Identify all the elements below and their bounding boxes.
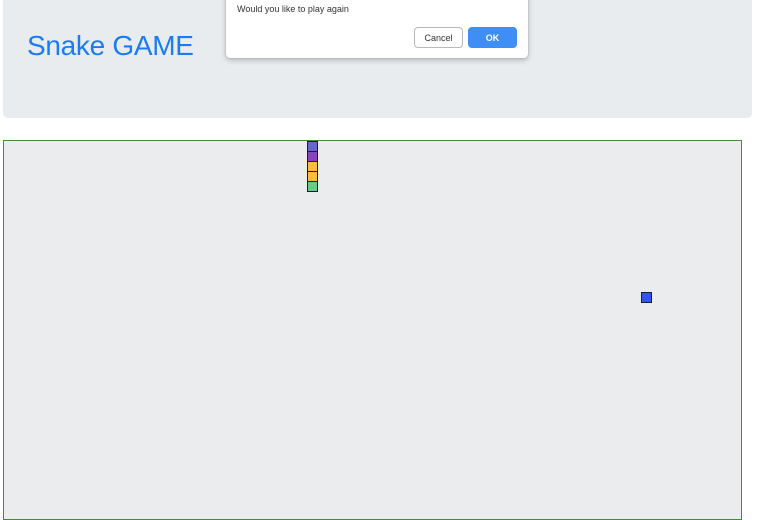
ok-button[interactable]: OK — [468, 27, 517, 48]
snake-segment-tail — [307, 181, 318, 192]
game-board — [3, 140, 742, 520]
cancel-button[interactable]: Cancel — [414, 27, 463, 48]
food-pellet — [641, 292, 652, 303]
page-title: Snake GAME — [27, 30, 194, 61]
play-again-dialog: Would you like to play again Cancel OK — [226, 0, 528, 58]
dialog-message: Would you like to play again — [237, 4, 349, 14]
